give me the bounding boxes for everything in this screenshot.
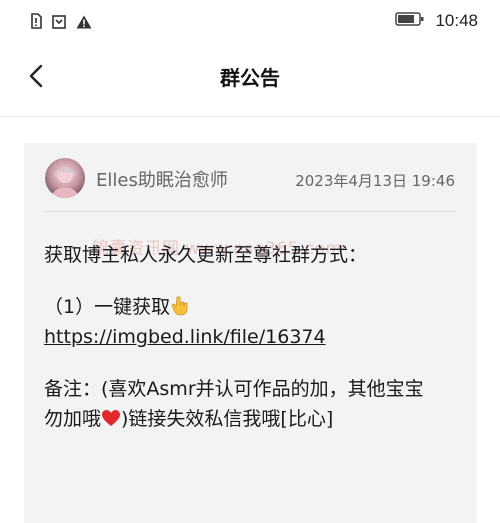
content-line: 获取博主私人永久更新至尊社群方式： — [44, 244, 368, 266]
warning-icon — [76, 14, 92, 33]
card-divider — [45, 211, 456, 212]
download-icon — [52, 14, 66, 33]
content-line: （1）一键获取 — [44, 292, 464, 322]
red-heart-icon — [102, 410, 121, 426]
content-line: 备注：(喜欢Asmr并认可作品的加，其他宝宝 — [44, 378, 424, 400]
announcement-content: 获取博主私人永久更新至尊社群方式： （1）一键获取 https://imgbed… — [44, 240, 464, 434]
battery-icon — [395, 11, 425, 31]
note-text-b: )链接失效私信我哦[比心] — [121, 408, 334, 430]
navigation-bar: 群公告 — [0, 44, 500, 110]
note-text-a: 勿加哦 — [44, 408, 102, 430]
author-name[interactable]: Elles助眠治愈师 — [96, 166, 228, 192]
sim-alert-icon — [30, 13, 42, 33]
status-icons-left — [30, 13, 92, 33]
announcement-card: Elles助眠治愈师 2023年4月13日 19:46 锦囊资讯网 www.ns… — [24, 143, 477, 523]
avatar[interactable] — [45, 158, 85, 198]
item-label: （1）一键获取 — [44, 296, 171, 318]
status-icons-right: 10:48 — [395, 11, 478, 31]
status-time: 10:48 — [435, 11, 478, 30]
content-line: https://imgbed.link/file/16374 — [44, 322, 464, 352]
status-bar: 10:48 — [0, 0, 500, 44]
backhand-index-pointing-down-icon — [171, 296, 188, 316]
post-timestamp: 2023年4月13日 19:46 — [295, 172, 455, 190]
content-line: 勿加哦 )链接失效私信我哦[比心] — [44, 404, 464, 434]
page-title: 群公告 — [220, 66, 280, 90]
header-divider — [0, 116, 500, 117]
file-link[interactable]: https://imgbed.link/file/16374 — [44, 326, 326, 348]
